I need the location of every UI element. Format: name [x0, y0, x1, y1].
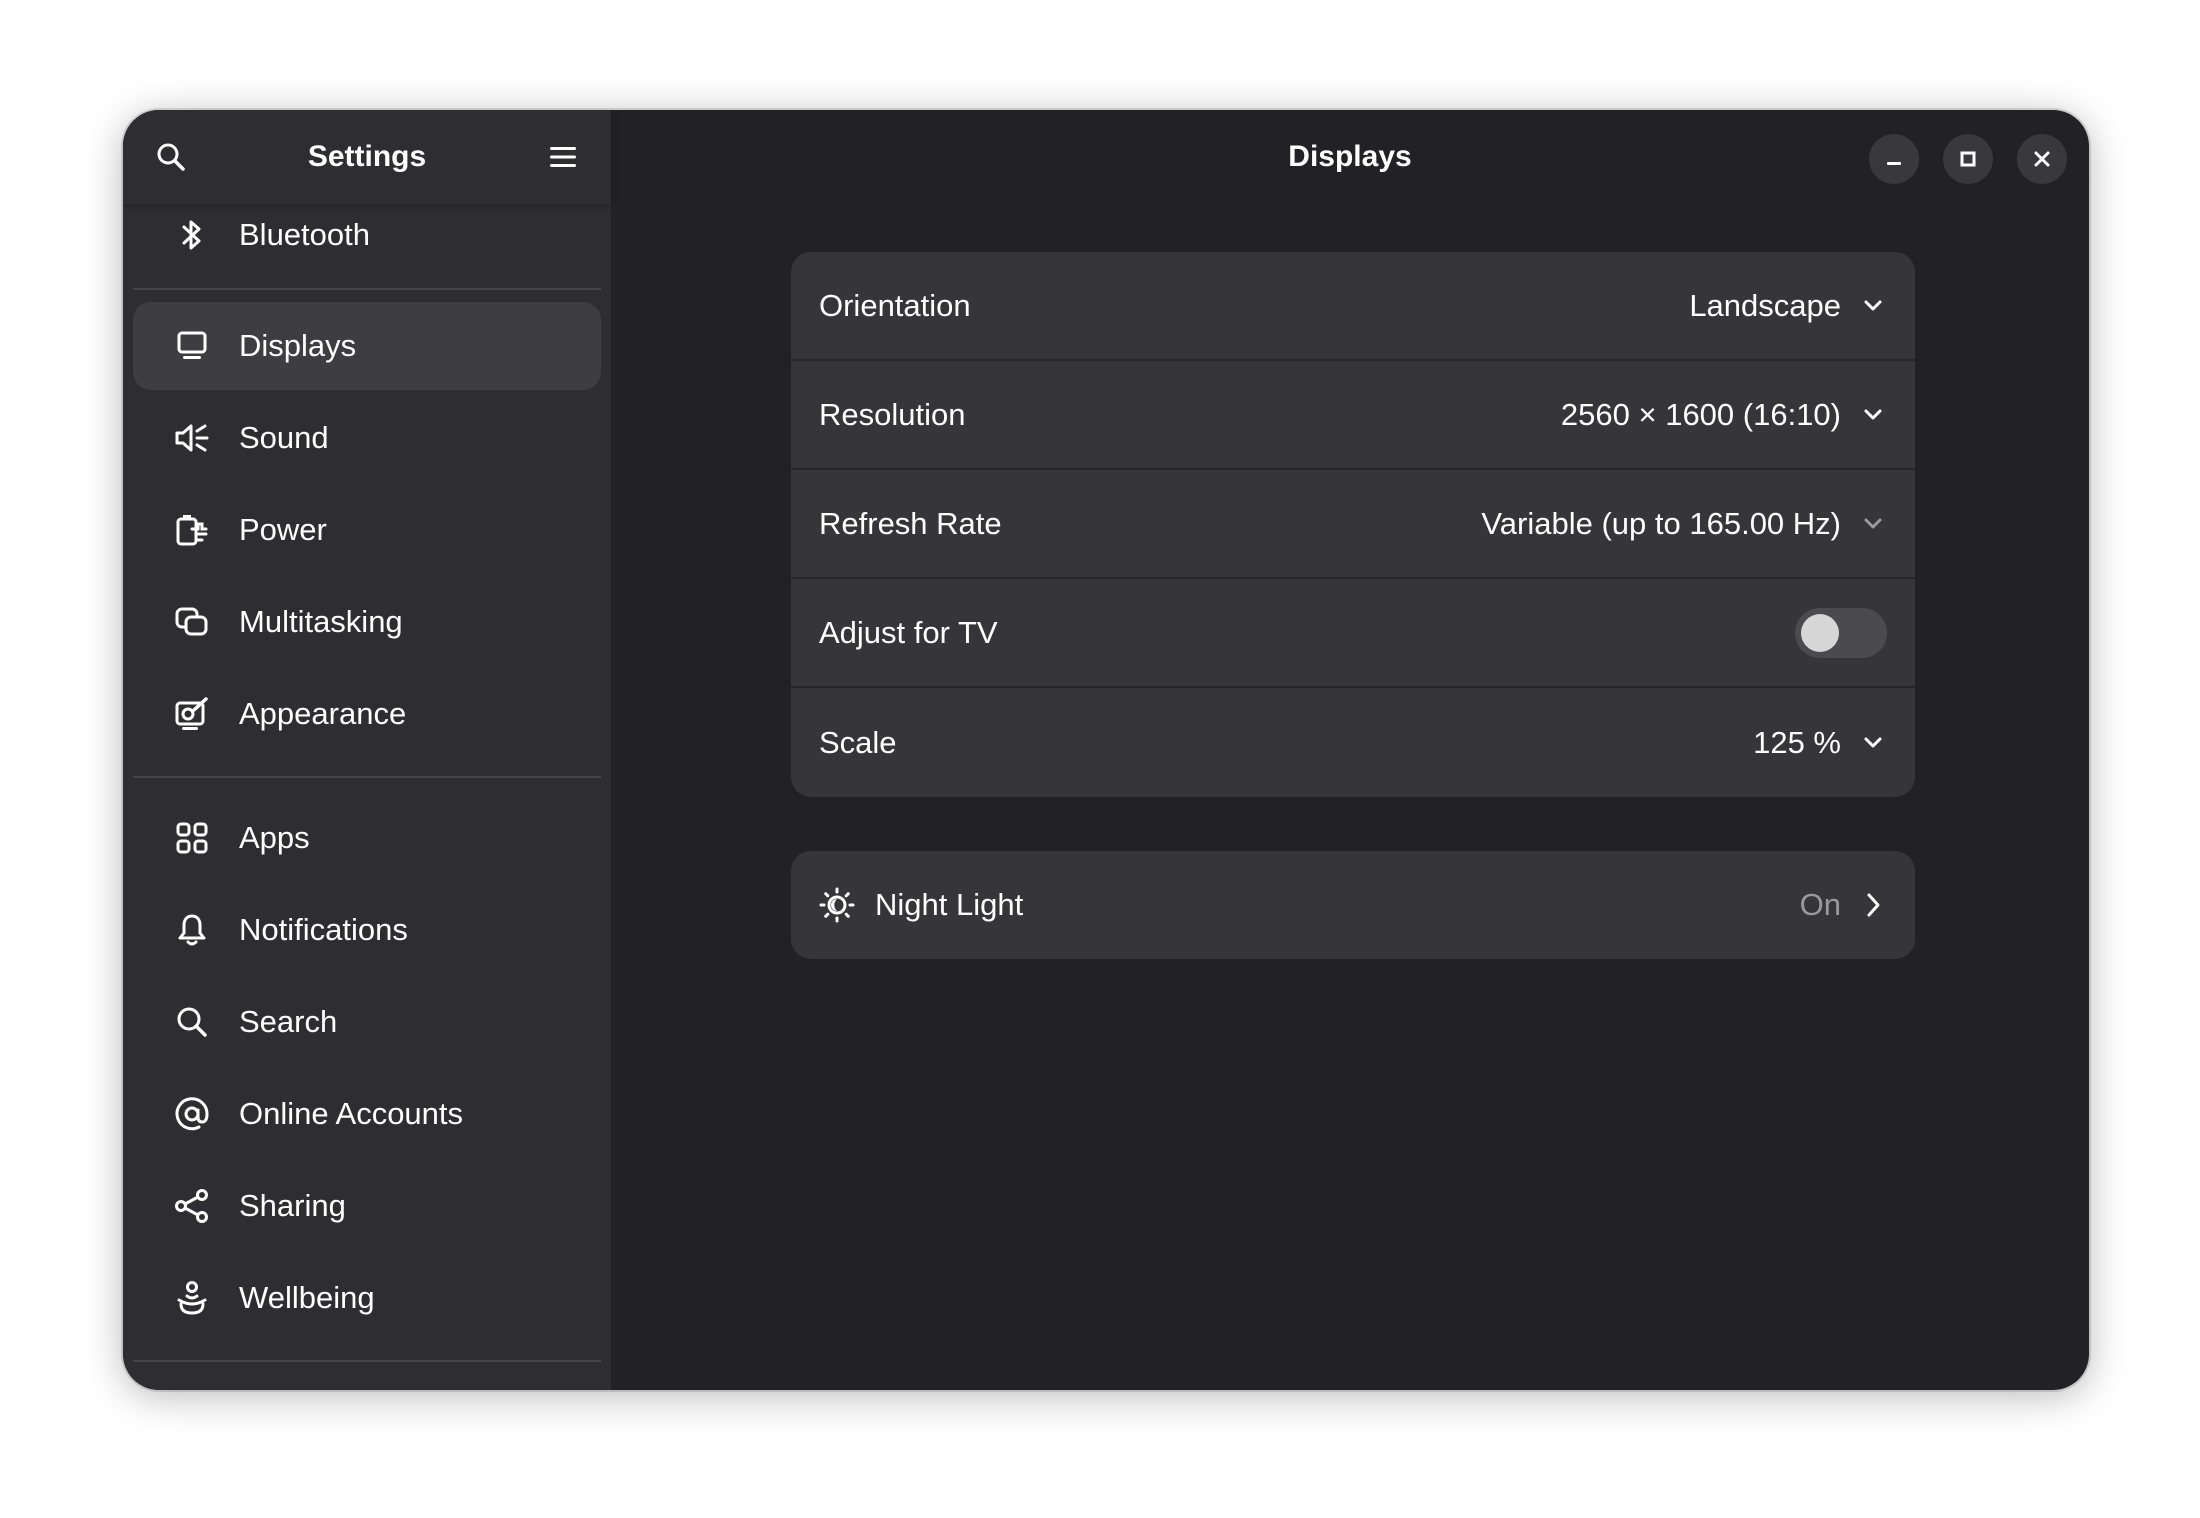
scale-row[interactable]: Scale 125 %	[791, 688, 1915, 797]
sidebar-item-label: Apps	[239, 820, 310, 855]
scale-value: 125 %	[1753, 724, 1841, 760]
sidebar-item-power[interactable]: Power	[133, 486, 601, 574]
close-icon	[2034, 151, 2050, 167]
sidebar-title: Settings	[307, 140, 427, 173]
search-icon[interactable]	[151, 137, 191, 177]
power-plug-icon	[171, 509, 213, 551]
sidebar-item-label: Appearance	[239, 696, 407, 731]
adjust-for-tv-toggle[interactable]	[1795, 607, 1887, 658]
sidebar-item-multitasking[interactable]: Multitasking	[133, 578, 601, 666]
sidebar-item-notifications[interactable]: Notifications	[133, 886, 601, 974]
orientation-value: Landscape	[1689, 287, 1841, 323]
sidebar-item-label: Multitasking	[239, 604, 403, 639]
bluetooth-icon	[171, 214, 213, 256]
refresh-rate-row[interactable]: Refresh Rate Variable (up to 165.00 Hz)	[791, 470, 1915, 579]
night-light-card: Night Light On	[791, 851, 1915, 959]
content-pane: Displays Orientation Landscape Resolutio…	[611, 110, 2089, 1390]
multitasking-icon	[171, 601, 213, 643]
adjust-for-tv-row: Adjust for TV	[791, 579, 1915, 688]
apps-grid-icon	[171, 817, 213, 859]
night-light-label: Night Light	[875, 887, 1024, 922]
sidebar-item-label: Sharing	[239, 1188, 346, 1223]
orientation-label: Orientation	[819, 287, 971, 323]
night-light-row[interactable]: Night Light On	[791, 851, 1915, 959]
resolution-value: 2560 × 1600 (16:10)	[1560, 396, 1841, 432]
refresh-rate-label: Refresh Rate	[819, 505, 1002, 541]
resolution-label: Resolution	[819, 396, 966, 432]
maximize-icon	[1960, 151, 1976, 167]
sidebar-item-search[interactable]: Search	[133, 978, 601, 1066]
sidebar-item-appearance[interactable]: Appearance	[133, 670, 601, 758]
sidebar-separator	[133, 1360, 601, 1362]
chevron-down-icon	[1859, 401, 1887, 429]
chevron-right-icon	[1859, 891, 1887, 919]
sidebar-item-bluetooth[interactable]: Bluetooth	[133, 200, 601, 270]
sidebar-item-label: Online Accounts	[239, 1096, 464, 1131]
appearance-icon	[171, 693, 213, 735]
chevron-down-icon	[1859, 729, 1887, 757]
sidebar-separator	[133, 288, 601, 290]
sidebar-item-label: Displays	[239, 328, 357, 363]
sidebar-item-label: Sound	[239, 420, 329, 455]
maximize-button[interactable]	[1943, 134, 1993, 184]
page-title: Displays	[1288, 140, 1412, 173]
sidebar-item-label: Power	[239, 512, 327, 547]
night-light-status: On	[1799, 887, 1841, 922]
sidebar-item-label: Search	[239, 1004, 338, 1039]
sidebar-item-label: Bluetooth	[239, 217, 370, 252]
sidebar-item-label: Wellbeing	[239, 1280, 375, 1315]
search-icon	[171, 1001, 213, 1043]
display-icon	[171, 325, 213, 367]
share-icon	[171, 1185, 213, 1227]
sidebar-item-sharing[interactable]: Sharing	[133, 1162, 601, 1250]
refresh-rate-value: Variable (up to 165.00 Hz)	[1481, 505, 1841, 541]
at-sign-icon	[171, 1093, 213, 1135]
minimize-icon	[1887, 162, 1901, 165]
sidebar: Settings Bluetooth Displays Sound Power …	[123, 110, 611, 1390]
sidebar-item-sound[interactable]: Sound	[133, 394, 601, 482]
night-light-icon	[819, 887, 855, 923]
sidebar-item-apps[interactable]: Apps	[133, 794, 601, 882]
settings-window: Settings Bluetooth Displays Sound Power …	[123, 110, 2089, 1390]
toggle-knob	[1801, 613, 1839, 652]
chevron-down-icon	[1859, 510, 1887, 538]
resolution-row[interactable]: Resolution 2560 × 1600 (16:10)	[791, 361, 1915, 470]
sidebar-item-label: Notifications	[239, 912, 408, 947]
sidebar-header: Settings	[123, 110, 611, 204]
wellbeing-icon	[171, 1277, 213, 1319]
display-settings-card: Orientation Landscape Resolution 2560 × …	[791, 252, 1915, 797]
chevron-down-icon	[1859, 292, 1887, 320]
hamburger-menu-icon[interactable]	[543, 137, 583, 177]
adjust-for-tv-label: Adjust for TV	[819, 614, 998, 650]
speaker-icon	[171, 417, 213, 459]
close-button[interactable]	[2017, 134, 2067, 184]
sidebar-separator	[133, 776, 601, 778]
bell-icon	[171, 909, 213, 951]
orientation-row[interactable]: Orientation Landscape	[791, 252, 1915, 361]
header-bar: Displays	[611, 110, 2089, 204]
scale-label: Scale	[819, 724, 897, 760]
minimize-button[interactable]	[1869, 134, 1919, 184]
window-controls	[1869, 134, 2067, 184]
sidebar-item-online-accounts[interactable]: Online Accounts	[133, 1070, 601, 1158]
sidebar-item-displays[interactable]: Displays	[133, 302, 601, 390]
sidebar-item-wellbeing[interactable]: Wellbeing	[133, 1254, 601, 1342]
sidebar-list: Bluetooth Displays Sound Power Multitask…	[123, 200, 611, 1362]
